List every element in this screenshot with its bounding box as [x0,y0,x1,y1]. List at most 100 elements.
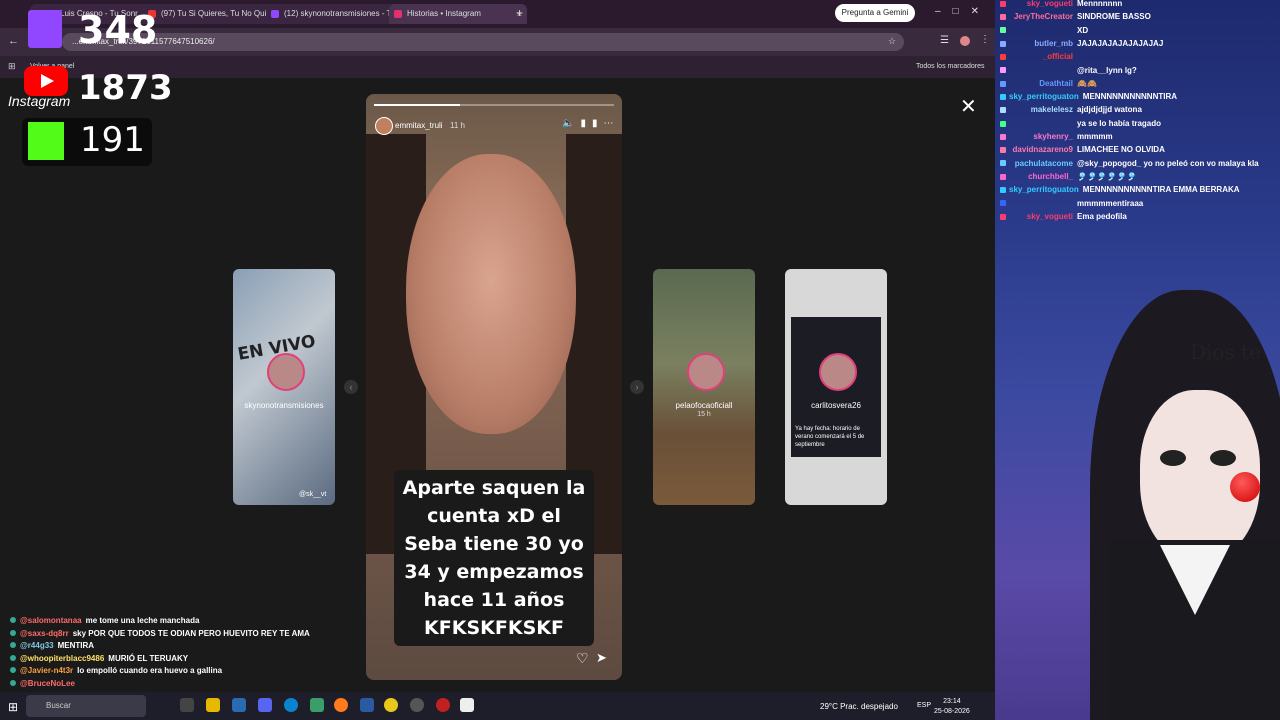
language-indicator[interactable]: ESP [917,702,931,709]
back-icon[interactable]: ← [8,35,19,47]
badge-icon [1000,14,1006,21]
menu-icon[interactable]: ⋮ [980,34,990,45]
chat-text: Mennnnnnn [1077,0,1123,8]
side-chat-message: sky_vogueti Mennnnnnn [1000,0,1122,8]
chat-username: @r44g33 [20,641,54,650]
heart-icon[interactable]: ♡ [576,650,589,667]
app-icon[interactable] [310,698,324,712]
chat-message: @BruceNoLee [10,679,79,688]
vtuber-sign: Dios te [1190,340,1261,364]
opera-icon[interactable] [436,698,450,712]
taskbar-search[interactable]: Buscar [26,695,146,717]
thumb-name: pelaofocaoficiall [675,401,733,410]
platform-icon [10,642,16,648]
chat-text: me tome una leche manchada [85,616,200,625]
clown-nose [1230,472,1260,502]
chat-username: pachulatacome [1014,158,1073,168]
bookmark-star-icon[interactable]: ☆ [888,36,896,47]
badge-icon [1000,107,1006,114]
thumb-tag: @sk__vt [299,491,327,498]
extensions-icon[interactable]: ☰ [940,35,949,46]
side-chat-message: JeryTheCreator SINDROME BASSO [1000,12,1151,21]
app-icon[interactable] [460,698,474,712]
word-icon[interactable] [360,698,374,712]
window-controls[interactable]: –□✕ [935,6,991,17]
badge-icon [1000,160,1006,167]
chat-message: @whoopiterblacc9486 MURIÓ EL TERUAKY [10,654,188,663]
story-controls[interactable]: 🔈▮▮⋯ [562,118,619,129]
chat-text: 🎐🎐🎐🎐🎐🎐 [1077,171,1137,181]
badge-icon [1000,213,1006,220]
platform-icon [10,679,16,686]
story-thumb-left[interactable]: EN VIVO skynonotransmisiones @sk__vt [233,269,335,505]
side-chat-message: ya se lo había tragado [1000,119,1161,128]
chat-text: SINDROME BASSO [1077,12,1151,22]
chat-message: @Javier-n4t3r lo empolló cuando era huevo… [10,666,222,675]
chat-username: butler_mb [1034,38,1073,48]
clock[interactable]: 23:14 25-08-2026 [934,697,970,717]
thumb-name: skynonotransmisiones [244,401,324,410]
windows-start-icon[interactable]: ⊞ [8,700,18,714]
chrome-icon[interactable] [384,698,398,712]
new-tab-icon[interactable]: + [516,6,523,20]
prev-arrow-icon[interactable]: ‹ [344,380,358,394]
chat-text: ya se lo había tragado [1077,118,1162,128]
badge-icon [1000,54,1006,61]
task-view-icon[interactable] [180,698,194,712]
chat-text: JAJAJAJAJAJAJAJAJ [1077,38,1164,48]
youtube-count: 1873 [78,68,173,108]
chat-text: 🙈🙈 [1077,78,1097,88]
side-chat-message: sky_vogueti Ema pedofila [1000,212,1127,221]
weather[interactable]: 29°C Prac. despejado [820,702,898,711]
platform-icon [10,667,16,673]
chat-message: @saxs-dq8rr sky POR QUE TODOS TE ODIAN PE… [10,629,310,638]
profile-avatar[interactable] [960,36,970,46]
obs-icon[interactable] [410,698,424,712]
thumb-avatar [687,353,725,391]
more-icon[interactable]: ⋯ [603,118,619,129]
firefox-icon[interactable] [334,698,348,712]
side-chat-message: sky_perritoguaton MENNNNNNNNNNNTIRA [1000,92,1177,101]
thumb-name: carlitosvera26 [811,401,861,410]
ask-gemini-button[interactable]: Pregunta a Gemini [835,4,915,22]
next-arrow-icon[interactable]: › [630,380,644,394]
story-photo-face [406,154,576,434]
story-thumb-2[interactable]: pelaofocaoficiall 15 h [653,269,755,505]
platform-icon [10,654,16,661]
chat-username: sky_perritoguaton [1009,92,1079,102]
tab-2[interactable]: (97) Tu Si Quieres, Tu No Quier× [143,4,281,24]
chat-message: @r44g33 MENTIRA [10,641,94,650]
story-user-avatar[interactable] [375,117,393,135]
discord-icon[interactable] [258,698,272,712]
chat-username: @saxs-dq8rr [20,628,69,638]
chat-username: JeryTheCreator [1013,12,1073,22]
chat-message: @salomontanaa me tome una leche manchada [10,616,199,625]
file-explorer-icon[interactable] [206,698,220,712]
clock-caption: Ya hay fecha: horario de verano comenzar… [795,426,865,448]
edge-icon[interactable] [284,698,298,712]
chat-username: skyhenry_ [1033,132,1073,141]
address-bar[interactable]: ...emmitax_truli/3971611577647510626/ [62,33,904,51]
twitch-logo-icon [28,10,62,48]
badge-icon [1000,80,1006,87]
side-chat-message: mmmmmentiraaa [1000,199,1143,208]
story-username[interactable]: emmitax_truli [395,121,443,130]
chat-username: sky_vogueti [1026,0,1073,8]
chat-text: MENNNNNNNNNNTIRA EMMA BERRAKA [1082,185,1240,195]
chat-text: LIMACHEE NO OLVIDA [1077,145,1165,155]
apps-grid-icon[interactable]: ⊞ [8,61,16,72]
chat-text: Ema pedofila [1077,211,1127,221]
story-thumb-3[interactable]: carlitosvera26 Ya hay fecha: horario de … [785,269,887,505]
close-icon[interactable]: ✕ [960,94,977,119]
bookmark-all[interactable]: Todos los marcadores [916,63,984,70]
send-icon[interactable]: ➤ [596,650,607,666]
tab-3[interactable]: (12) skynonotransmisiones - Tr× [266,4,404,24]
story-time: 11 h [450,121,465,130]
side-chat-message: makelelesz ajdjdjdjjd watona [1000,105,1142,114]
pause-icon[interactable]: ▮▮ [580,118,603,129]
tab-4[interactable]: Historias • Instagram × [389,4,527,24]
mute-icon[interactable]: 🔈 [562,118,580,129]
app-v-icon[interactable] [232,698,246,712]
chat-username: sky_perritoguaton [1009,185,1079,195]
vtuber-eye [1160,450,1186,466]
